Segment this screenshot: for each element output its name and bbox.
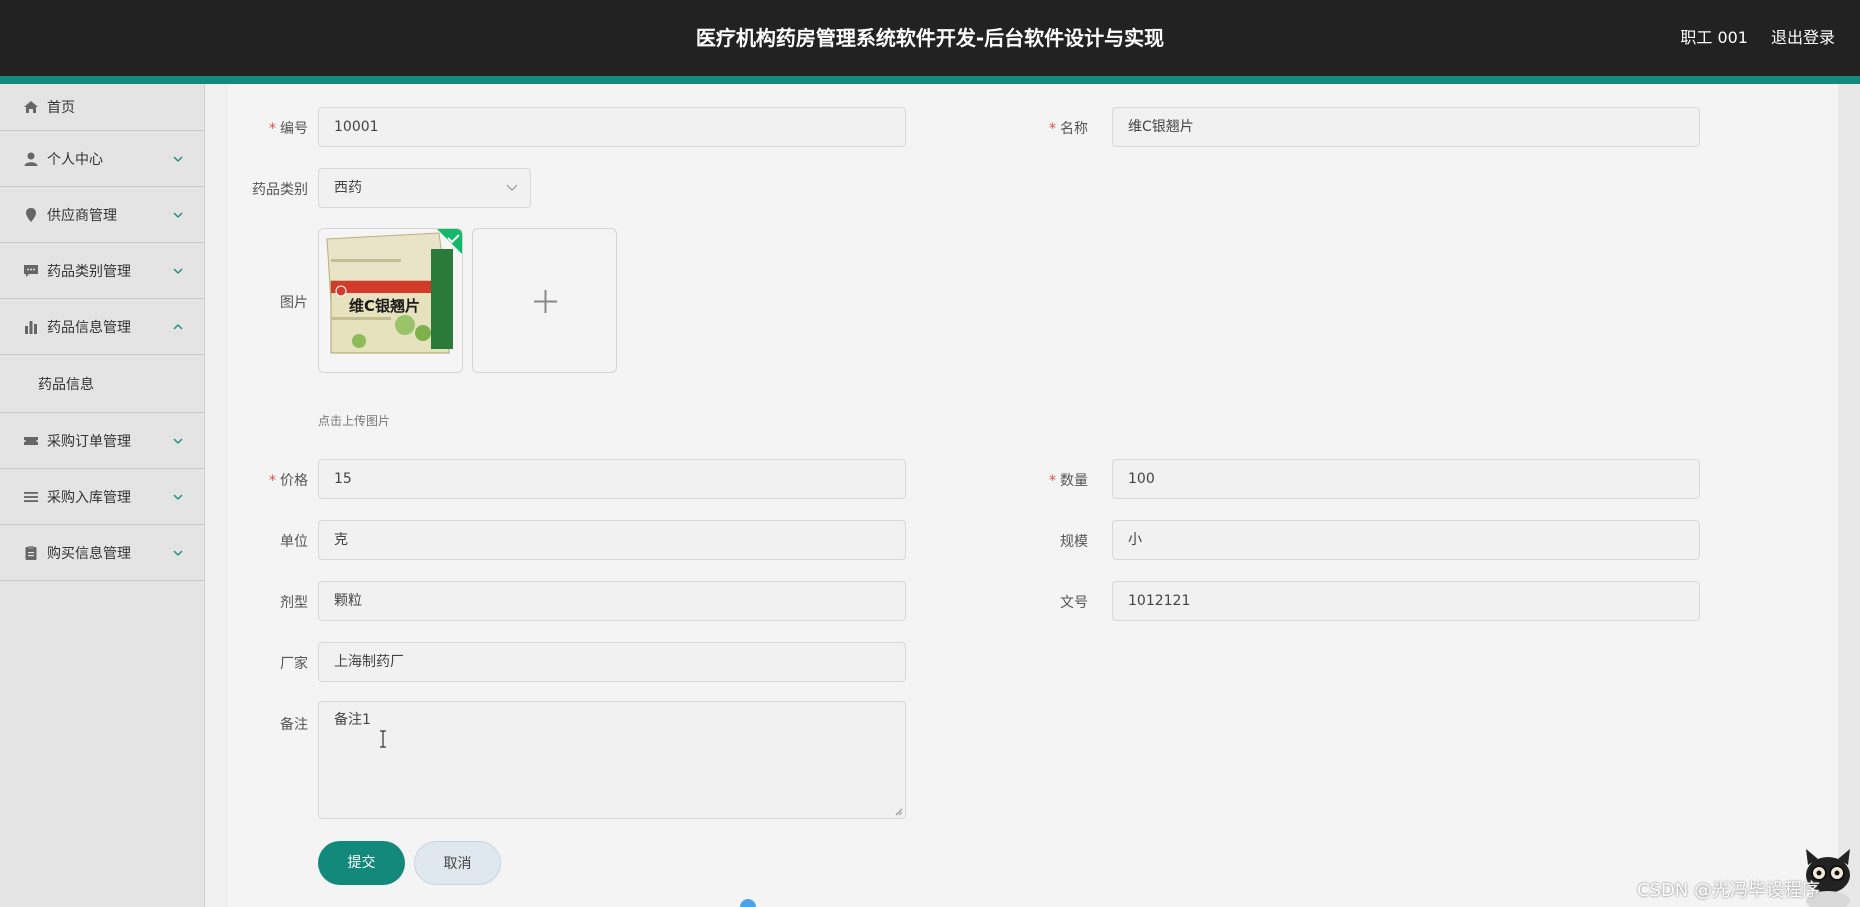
- upload-hint-text: 点击上传图片: [318, 414, 391, 428]
- sidebar-item-stock-in[interactable]: 采购入库管理: [0, 469, 204, 525]
- app-title: 医疗机构药房管理系统软件开发-后台软件设计与实现: [695, 26, 1165, 50]
- sidebar-item-label: 个人中心: [47, 151, 103, 168]
- sidebar-item-label: 采购订单管理: [47, 433, 131, 450]
- sidebar-item-profile[interactable]: 个人中心: [0, 131, 204, 187]
- category-label: 药品类别: [252, 182, 308, 198]
- logout-link[interactable]: 退出登录: [1771, 0, 1835, 76]
- chevron-down-icon: [173, 550, 183, 556]
- submit-button[interactable]: 提交: [318, 841, 405, 885]
- list-icon: [24, 491, 38, 502]
- required-mark: *: [269, 473, 276, 489]
- unit-label: 单位: [280, 534, 308, 550]
- top-header: 医疗机构药房管理系统软件开发-后台软件设计与实现 职工 001 退出登录: [0, 0, 1860, 76]
- chevron-down-icon: [173, 156, 183, 162]
- name-input[interactable]: 维C银翘片: [1112, 107, 1700, 147]
- required-mark: *: [269, 121, 276, 137]
- sidebar-item-label: 供应商管理: [47, 207, 117, 224]
- remark-label: 备注: [280, 717, 308, 733]
- sidebar-item-label: 首页: [47, 100, 75, 116]
- manufacturer-label: 厂家: [280, 656, 308, 672]
- name-label: * 名称: [1049, 121, 1088, 137]
- right-scroll-gutter: [1838, 84, 1860, 907]
- sidebar-item-purchase-info[interactable]: 购买信息管理: [0, 525, 204, 581]
- chevron-up-icon: [173, 323, 183, 329]
- chevron-down-icon: [173, 494, 183, 500]
- code-input[interactable]: 10001: [318, 107, 906, 147]
- sidebar-item-drug-info[interactable]: 药品信息管理: [0, 299, 204, 355]
- sidebar-item-home[interactable]: 首页: [0, 84, 204, 131]
- drug-package-image: 维C银翘片: [319, 229, 462, 372]
- category-selected-value: 西药: [334, 180, 362, 196]
- uploaded-image-thumbnail[interactable]: 维C银翘片: [318, 228, 463, 373]
- chevron-down-icon: [173, 268, 183, 274]
- pin-icon: [26, 207, 36, 222]
- required-mark: *: [1049, 473, 1056, 489]
- sidebar-item-category[interactable]: 药品类别管理: [0, 243, 204, 299]
- chevron-down-icon: [506, 184, 518, 191]
- text-cursor-icon: [380, 730, 386, 748]
- remark-text: 备注1: [334, 712, 371, 728]
- home-icon: [24, 101, 38, 113]
- sidebar-item-label: 药品类别管理: [47, 263, 131, 280]
- user-icon: [24, 152, 38, 166]
- current-user: 职工 001: [1680, 28, 1748, 47]
- header-accent-stripe: [0, 76, 1860, 84]
- bar-chart-icon: [25, 320, 37, 334]
- approval-number-label: 文号: [1060, 595, 1088, 611]
- resize-handle-icon[interactable]: [895, 808, 903, 816]
- remark-textarea[interactable]: 备注1: [318, 701, 906, 819]
- required-mark: *: [1049, 121, 1056, 137]
- sidebar-item-label: 购买信息管理: [47, 545, 131, 562]
- dosage-label: 剂型: [280, 595, 308, 611]
- quantity-label: * 数量: [1049, 473, 1088, 489]
- upload-add-button[interactable]: [472, 228, 617, 373]
- csdn-watermark: CSDN @光冯毕设程序: [1636, 880, 1820, 901]
- code-label: * 编号: [269, 121, 308, 137]
- quantity-input[interactable]: 100: [1112, 459, 1700, 499]
- package-label: 维C银翘片: [349, 297, 420, 315]
- image-label: 图片: [280, 295, 308, 311]
- sidebar-item-label: 药品信息管理: [47, 319, 131, 336]
- clipboard-icon: [25, 545, 37, 560]
- spec-input[interactable]: 小: [1112, 520, 1700, 560]
- manufacturer-input[interactable]: 上海制药厂: [318, 642, 906, 682]
- chevron-down-icon: [173, 438, 183, 444]
- spec-label: 规模: [1060, 534, 1088, 550]
- chat-icon: [24, 264, 38, 277]
- sidebar-item-label: 采购入库管理: [47, 489, 131, 506]
- dosage-input[interactable]: 颗粒: [318, 581, 906, 621]
- category-select[interactable]: 西药: [318, 168, 531, 208]
- main-content: * 编号 10001 * 名称 维C银翘片 药品类别 西药 图片 维C银翘片 点…: [228, 84, 1838, 907]
- sidebar: 首页 个人中心 供应商管理 药品类别管理 药品信息管理 药品信息 采购订单管理 …: [0, 84, 205, 907]
- price-label: * 价格: [269, 473, 308, 489]
- chevron-down-icon: [173, 212, 183, 218]
- price-input[interactable]: 15: [318, 459, 906, 499]
- sidebar-item-supplier[interactable]: 供应商管理: [0, 187, 204, 243]
- sidebar-item-purchase-order[interactable]: 采购订单管理: [0, 413, 204, 469]
- approval-number-input[interactable]: 1012121: [1112, 581, 1700, 621]
- ticket-icon: [24, 436, 38, 445]
- sidebar-subitem-drug-info[interactable]: 药品信息: [0, 355, 204, 413]
- plus-icon: [534, 290, 557, 313]
- cancel-button[interactable]: 取消: [414, 841, 501, 885]
- unit-input[interactable]: 克: [318, 520, 906, 560]
